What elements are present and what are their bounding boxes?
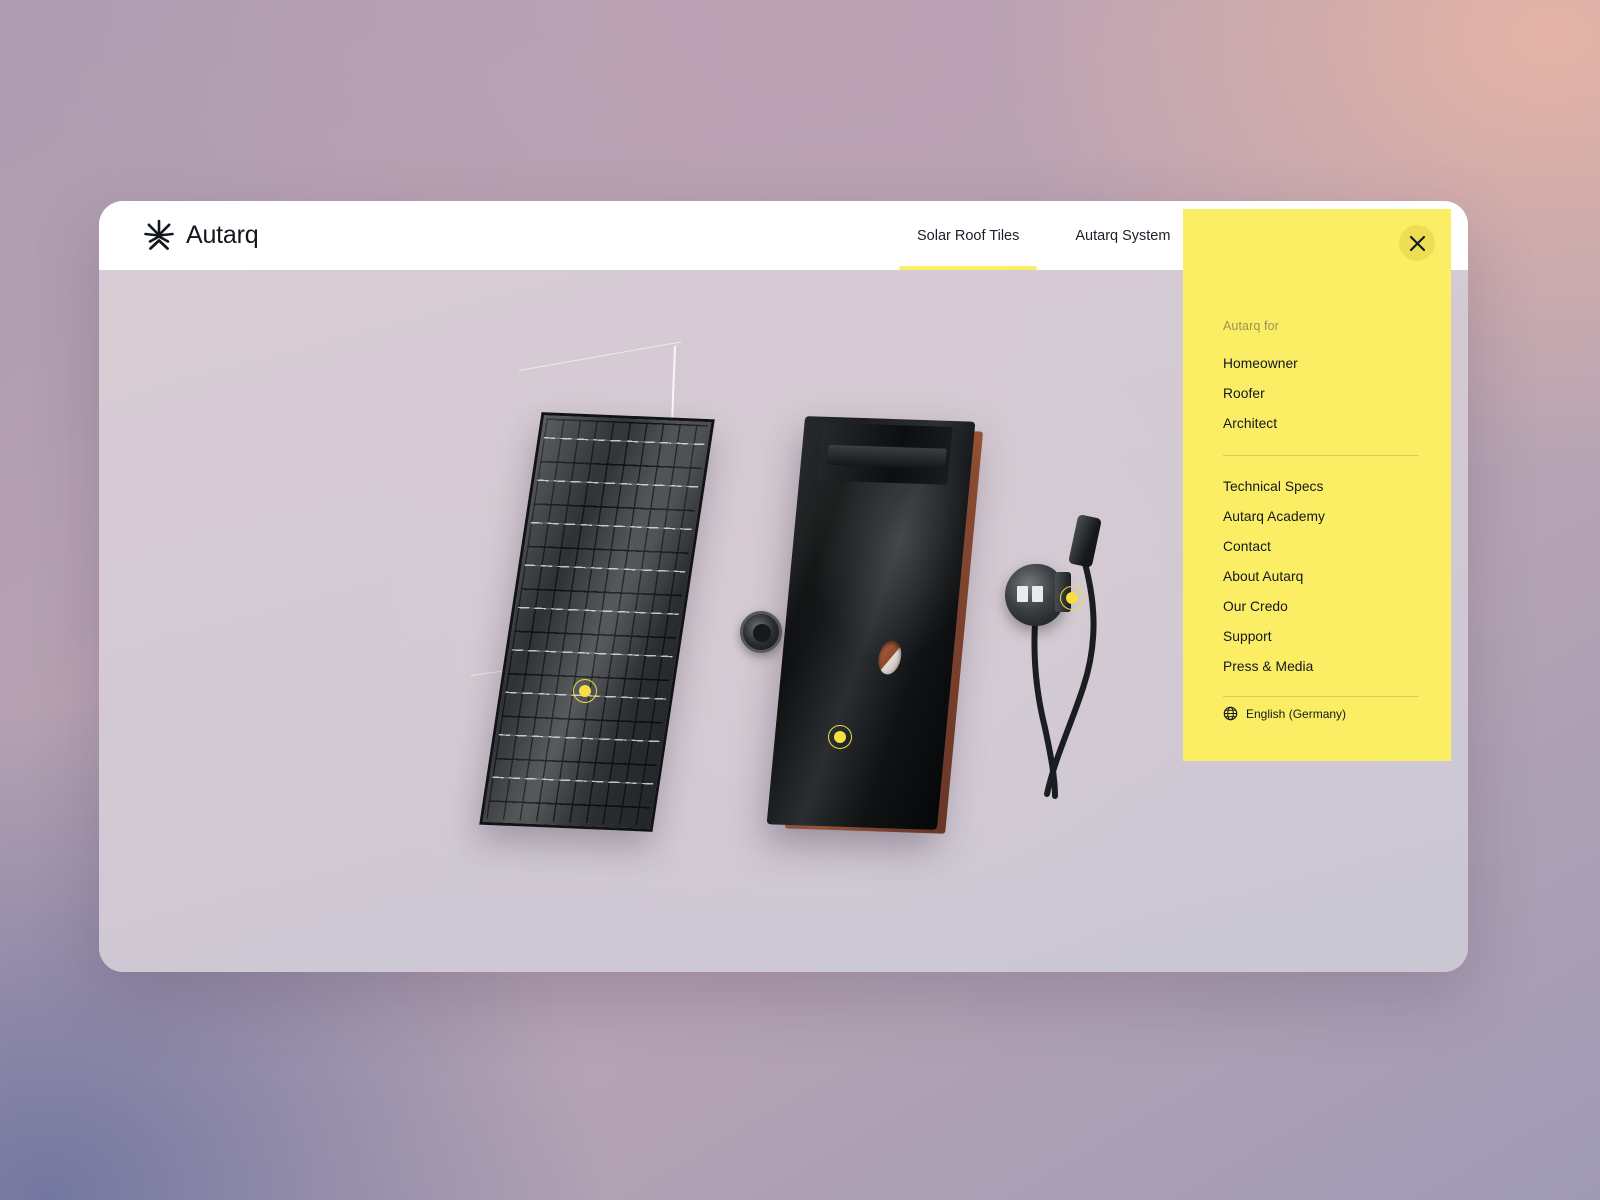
menu-item-press-media[interactable]: Press & Media <box>1223 651 1419 681</box>
globe-icon <box>1223 706 1238 721</box>
solar-panel-hotspot[interactable] <box>573 679 597 703</box>
alignment-guide-diagonal <box>518 341 682 372</box>
nav-item-label: Solar Roof Tiles <box>917 227 1020 244</box>
cable-connector-hotspot[interactable] <box>1060 586 1084 610</box>
language-label: English (Germany) <box>1246 706 1347 721</box>
tile-grommet <box>740 611 782 653</box>
flyout-menu-panel: Autarq for Homeowner Roofer Architect Te… <box>1183 209 1451 761</box>
brand-logo[interactable]: Autarq <box>143 219 259 251</box>
hotspot-dot <box>1066 592 1078 604</box>
language-selector[interactable]: English (Germany) <box>1223 706 1346 721</box>
close-icon <box>1409 235 1425 251</box>
nav-item-autarq-system[interactable]: Autarq System <box>1047 201 1198 270</box>
close-menu-button[interactable] <box>1399 225 1435 261</box>
hotspot-dot <box>579 685 591 697</box>
panel-sheen <box>482 415 712 829</box>
menu-item-support[interactable]: Support <box>1223 621 1419 651</box>
hotspot-dot <box>834 731 846 743</box>
menu-group-audience: Homeowner Roofer Architect <box>1223 348 1419 438</box>
menu-divider <box>1223 455 1419 456</box>
menu-group-pages: Technical Specs Autarq Academy Contact A… <box>1223 471 1419 681</box>
menu-item-about-autarq[interactable]: About Autarq <box>1223 561 1419 591</box>
menu-item-our-credo[interactable]: Our Credo <box>1223 591 1419 621</box>
brand-name: Autarq <box>186 220 259 249</box>
cable-connector-graphic <box>999 514 1139 800</box>
menu-item-homeowner[interactable]: Homeowner <box>1223 348 1419 378</box>
solar-panel-graphic <box>479 412 715 832</box>
menu-item-contact[interactable]: Contact <box>1223 531 1419 561</box>
menu-item-autarq-academy[interactable]: Autarq Academy <box>1223 501 1419 531</box>
menu-divider <box>1223 696 1419 697</box>
nav-active-underline <box>899 266 1038 270</box>
menu-section-label: Autarq for <box>1223 319 1279 333</box>
roof-tile-hotspot[interactable] <box>828 725 852 749</box>
page-background: Autarq Solar Roof Tiles Autarq System In… <box>0 0 1600 1200</box>
roof-tile-graphic <box>740 400 984 834</box>
menu-item-roofer[interactable]: Roofer <box>1223 378 1419 408</box>
nav-item-label: Autarq System <box>1075 227 1171 244</box>
menu-item-technical-specs[interactable]: Technical Specs <box>1223 471 1419 501</box>
nav-item-solar-roof-tiles[interactable]: Solar Roof Tiles <box>889 201 1047 270</box>
menu-item-architect[interactable]: Architect <box>1223 408 1419 438</box>
tile-ridge <box>826 444 947 469</box>
asterisk-star-icon <box>144 219 174 250</box>
